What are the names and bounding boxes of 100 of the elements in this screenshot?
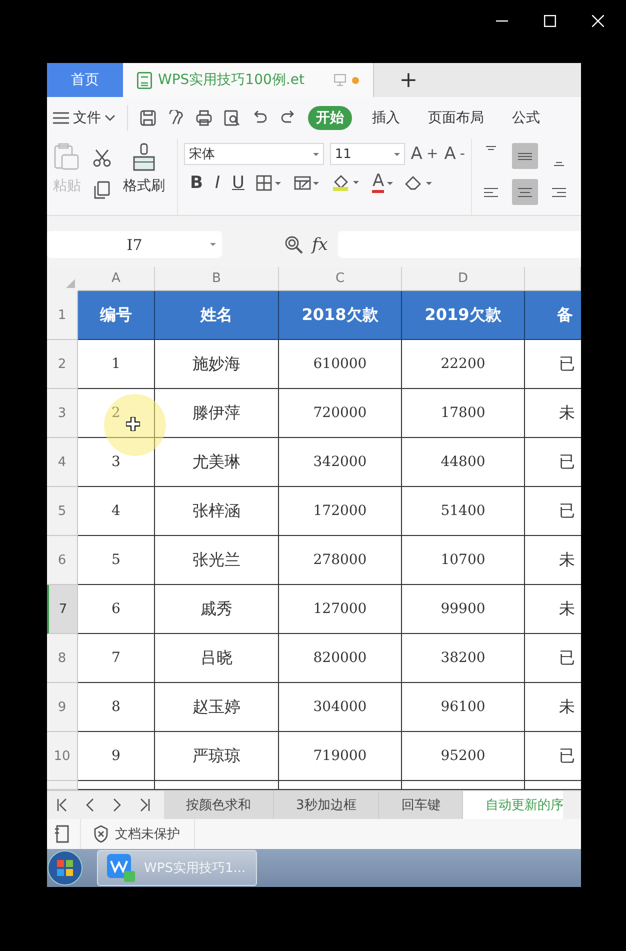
table-cell: 1 [78,340,155,390]
table-cell: 17800 [402,389,525,438]
row-header[interactable]: 8 [47,634,78,684]
paint-brush-icon[interactable] [132,143,156,172]
formula-input[interactable] [338,231,581,258]
copy-icon[interactable] [94,181,110,200]
function-button[interactable]: fx [312,234,328,255]
font-size-field[interactable]: 11 [330,143,405,166]
table-cell: 99900 [402,585,525,634]
next-sheet-icon[interactable] [113,798,121,812]
start-button[interactable] [47,850,83,886]
table-cell: 张光兰 [155,536,279,586]
table-cell: 吕晓 [155,634,279,684]
row-header[interactable]: 7 [47,585,78,634]
eraser-icon[interactable] [405,175,434,192]
fill-color-icon[interactable] [332,174,360,192]
table-cell: 95200 [402,732,525,782]
column-header[interactable]: A [78,267,155,292]
dropdown-caret-icon [312,152,319,156]
table-cell: 44800 [402,438,525,488]
bold-button[interactable]: B [190,173,203,194]
table-cell: 719000 [279,732,402,782]
shield-x-icon [93,824,109,843]
unsaved-dot [352,76,359,84]
table-cell: 张梓涵 [155,487,279,536]
table-cell: 4 [78,487,155,536]
table-cell: 8 [78,683,155,732]
sheet-tab[interactable]: 回车键 [379,791,464,819]
align-icon [518,188,532,197]
table-cell: 尤美琳 [155,438,279,488]
row-header[interactable]: 10 [47,732,78,782]
table-cell: 720000 [279,389,402,438]
scissors-icon[interactable] [93,149,111,168]
column-header[interactable] [525,267,581,292]
app-icon [106,852,136,883]
align-middle-button[interactable] [512,143,538,170]
dropdown-caret-icon[interactable] [210,243,216,246]
previous-sheet-icon[interactable] [86,798,94,812]
table-cell: 滕伊萍 [155,389,279,438]
table-cell: 5 [78,536,155,586]
row-header[interactable]: 1 [47,291,78,340]
move-cursor-icon [126,417,140,432]
table-cell: 戚秀 [155,585,279,634]
taskbar-app-title: WPS实用技巧1... [144,860,246,877]
table-cell: 10700 [402,536,525,586]
chevron-down-icon [105,115,115,122]
table-cell: 820000 [279,634,402,684]
save-icon[interactable] [140,110,156,126]
sheet-tab[interactable]: 按颜色求和 [164,791,274,819]
row-header[interactable]: 3 [47,389,78,438]
row-header[interactable]: 2 [47,340,78,390]
cell-style-icon[interactable] [294,175,320,192]
table-cell: 已 [525,438,581,488]
table-cell: 6 [78,585,155,634]
document-icon[interactable] [54,824,70,843]
ribbon-tab[interactable]: 插入 [364,106,408,130]
zoom-icon[interactable] [284,234,304,255]
ribbon-tab[interactable]: 公式 [504,106,548,130]
align-icon [552,162,566,166]
maximize-icon[interactable] [544,15,556,27]
italic-button[interactable]: I [214,173,220,194]
column-header[interactable]: B [155,267,279,292]
table-cell: 施妙海 [155,340,279,390]
font-name-field[interactable]: 宋体 [184,143,324,166]
print-preview-icon[interactable] [224,110,240,126]
paste-icon [54,143,80,172]
print-icon[interactable] [196,110,212,126]
document-tab[interactable]: 首页 [47,63,123,98]
first-sheet-icon[interactable] [57,798,67,812]
align-icon [484,188,498,197]
borders-icon[interactable] [256,175,282,192]
column-heading: 2019欠款 [402,291,525,340]
file-menu[interactable]: 文件 [53,109,115,128]
table-cell: 未 [525,585,581,634]
table-cell: 严琼琼 [155,732,279,782]
align-center-button[interactable] [512,179,538,206]
name-box[interactable]: I7 [47,231,222,258]
table-cell: 96100 [402,683,525,732]
sheet-tab[interactable]: 3秒加边框 [274,791,380,819]
column-heading: 姓名 [155,291,279,340]
align-icon [484,146,498,150]
column-heading: 编号 [78,291,155,340]
close-icon[interactable] [592,15,604,27]
ribbon-tab[interactable]: 页面布局 [420,106,492,130]
font-color-button[interactable]: A [372,173,394,194]
font-name: 宋体 [189,146,215,164]
paste-button: 粘贴 [53,177,81,196]
table-cell: 赵玉婷 [155,683,279,732]
table-cell: 22200 [402,340,525,390]
row-header[interactable]: 4 [47,438,78,488]
row-header[interactable]: 6 [47,536,78,586]
row-header[interactable]: 9 [47,683,78,732]
column-header[interactable]: C [279,267,402,292]
row-header[interactable]: 5 [47,487,78,536]
last-sheet-icon[interactable] [140,798,150,812]
column-header[interactable]: D [402,267,525,292]
underline-button[interactable]: U [232,173,244,194]
table-cell: 127000 [279,585,402,634]
format-painter-button[interactable]: 格式刷 [123,177,165,196]
protection-status: 文档未保护 [115,826,180,843]
